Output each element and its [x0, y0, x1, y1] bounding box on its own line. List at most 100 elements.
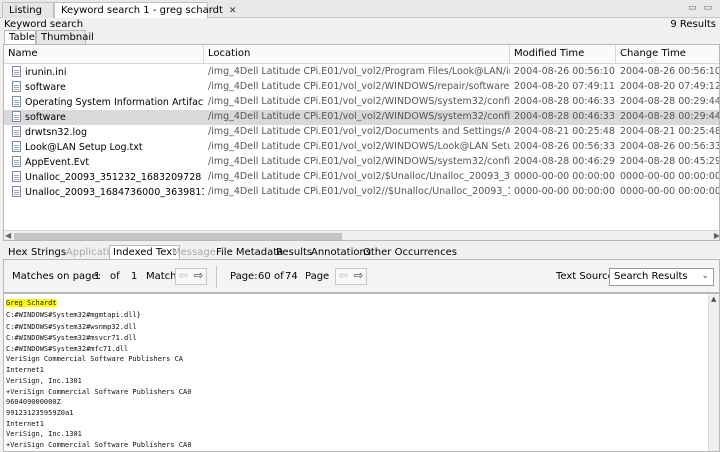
cell-change-time: 0000-00-00 00:00:00 [620, 186, 720, 197]
text-source-select[interactable]: Search Results ⌄ [609, 268, 714, 286]
table-row[interactable]: software /img_4Dell Latitude CPi.E01/vol… [4, 80, 720, 95]
column-header-modified-time[interactable]: Modified Time [510, 45, 616, 64]
horizontal-scrollbar-thumb[interactable] [14, 233, 342, 240]
table-row[interactable]: Unalloc_20093_351232_1683209728 /img_4De… [4, 170, 719, 185]
file-icon [12, 171, 21, 182]
keyword-search-label: Keyword search [4, 19, 84, 30]
text-line: C:#WINDOWS#System32#msvcr71.dll [6, 334, 137, 342]
table-row[interactable]: drwtsn32.log /img_4Dell Latitude CPi.E01… [4, 125, 720, 140]
window-controls-icon[interactable]: ▭ ▭ [688, 3, 714, 13]
row-name: software [25, 112, 66, 123]
row-name: Unalloc_20093_351232_1683209728 [25, 172, 202, 183]
text-line: C:#WINDOWS#System32#mfc71.dll [6, 345, 129, 353]
table-row-selected[interactable]: software /img_4Dell Latitude CPi.E01/vol… [4, 110, 719, 125]
results-count: 9 Results [670, 19, 716, 30]
next-match-icon[interactable]: ⇨ [191, 269, 206, 284]
table-row[interactable]: irunin.ini /img_4Dell Latitude CPi.E01/v… [4, 65, 720, 80]
indexed-text-content[interactable]: Greg Schardt C:#WINDOWS#System32#mgmtapi… [3, 293, 720, 452]
cell-name: software [8, 80, 204, 95]
text-source-label: Text Source: [556, 271, 618, 282]
text-line: VeriSign Commercial Software Publishers … [6, 355, 184, 363]
cell-name: software [8, 110, 204, 125]
cell-location: /img_4Dell Latitude CPi.E01/vol_vol2/WIN… [208, 81, 510, 92]
file-icon [12, 111, 21, 122]
text-line: Internet1 [6, 420, 44, 428]
page-label: Page: [230, 271, 258, 282]
cell-name: Unalloc_20093_351232_1683209728 [8, 170, 204, 185]
cell-modified-time: 2004-08-26 00:56:10 KST [514, 66, 616, 77]
cell-name: Unalloc_20093_1684736000_3639811072 [8, 185, 204, 200]
matches-on-page-label: Matches on page: [12, 271, 102, 282]
cell-name: irunin.ini [8, 65, 204, 80]
cell-modified-time: 0000-00-00 00:00:00 [514, 186, 615, 197]
cell-modified-time: 2004-08-28 00:46:33 KST [514, 111, 616, 122]
scroll-up-icon[interactable]: ▲ [711, 295, 716, 303]
tab-other-occurrences[interactable]: Other Occurrences [359, 245, 461, 259]
cell-name: Operating System Information Artifact [8, 95, 204, 110]
row-name: Unalloc_20093_1684736000_3639811072 [25, 187, 204, 198]
cell-change-time: 2004-08-28 00:45:29 KST [620, 156, 720, 167]
table-row[interactable]: Look@LAN Setup Log.txt /img_4Dell Latitu… [4, 140, 719, 155]
cell-location: /img_4Dell Latitude CPi.E01/vol_vol2/$Un… [208, 171, 510, 182]
scroll-right-icon[interactable]: ▶ [714, 231, 719, 240]
match-current: 1 [94, 271, 101, 282]
table-row[interactable]: AppEvent.Evt /img_4Dell Latitude CPi.E01… [4, 155, 720, 170]
cell-change-time: 2004-08-28 00:29:44 KST [620, 96, 720, 107]
tab-keyword-search-label: Keyword search 1 - greg schardt [61, 5, 223, 16]
row-name: Look@LAN Setup Log.txt [25, 142, 143, 153]
column-header-name[interactable]: Name [4, 45, 204, 64]
file-icon [12, 126, 21, 137]
cell-modified-time: 2004-08-28 00:46:29 KST [514, 156, 616, 167]
text-line: C:#WINDOWS#System32#wsnmp32.dll [6, 323, 137, 331]
text-line: Internet1 [6, 366, 44, 374]
toolbar-separator [216, 266, 217, 288]
table-row[interactable]: Operating System Information Artifact /i… [4, 95, 720, 110]
file-icon [12, 156, 21, 167]
page-current: 60 [258, 271, 271, 282]
file-icon [12, 81, 21, 92]
match-nav-buttons: ⇦ ⇨ [175, 268, 207, 285]
previous-page-icon[interactable]: ⇦ [336, 269, 351, 284]
table-row[interactable]: Unalloc_20093_1684736000_3639811072 /img… [4, 185, 720, 200]
close-icon[interactable]: ✕ [229, 6, 237, 16]
tab-keyword-search[interactable]: Keyword search 1 - greg schardt ✕ [54, 2, 236, 18]
scroll-left-icon[interactable]: ◀ [5, 231, 11, 240]
tab-table[interactable]: Table [4, 30, 36, 44]
next-page-icon[interactable]: ⇨ [351, 269, 366, 284]
cell-modified-time: 0000-00-00 00:00:00 [514, 171, 615, 182]
text-line: C:#WINDOWS#System32#mgmtapi.dll} [6, 311, 141, 319]
text-line: VeriSign, Inc.1301 [6, 377, 82, 385]
table-header: Name Location Modified Time Change Time [4, 45, 719, 64]
column-header-change-time[interactable]: Change Time [616, 45, 719, 64]
previous-match-icon[interactable]: ⇦ [176, 269, 191, 284]
cell-change-time: 2004-08-26 00:56:10 KST [620, 66, 720, 77]
text-line: +VeriSign Commercial Software Publishers… [6, 388, 192, 396]
match-label: Match [146, 271, 177, 282]
text-line: 991231235959Z0a1 [6, 409, 74, 417]
file-icon [12, 66, 21, 77]
row-name: drwtsn32.log [25, 127, 87, 138]
text-line: 960409000000Z [6, 398, 61, 406]
row-name: AppEvent.Evt [25, 157, 90, 168]
cell-location: /img_4Dell Latitude CPi.E01/vol_vol2/Doc… [208, 126, 510, 137]
cell-change-time: 2004-08-20 07:49:12 KST [620, 81, 720, 92]
text-line: Greg Schardt [6, 299, 57, 307]
cell-name: drwtsn32.log [8, 125, 204, 140]
highlighted-match: Greg Schardt [6, 299, 57, 307]
cell-modified-time: 2004-08-21 00:25:48 KST [514, 126, 616, 137]
horizontal-scrollbar[interactable]: ◀ ▶ [4, 230, 719, 240]
column-header-location[interactable]: Location [204, 45, 510, 64]
cell-change-time: 2004-08-21 00:25:48 KST [620, 126, 720, 137]
cell-location: /img_4Dell Latitude CPi.E01/vol_vol2/Pro… [208, 66, 510, 77]
row-name: Operating System Information Artifact [25, 97, 204, 108]
tab-thumbnail[interactable]: Thumbnail [36, 30, 94, 44]
cell-modified-time: 2004-08-28 00:46:33 KST [514, 96, 616, 107]
row-name: irunin.ini [25, 67, 67, 78]
tab-listing[interactable]: Listing [2, 2, 54, 18]
tab-thumbnail-label: Thumbnail [41, 32, 94, 43]
vertical-scrollbar[interactable]: ▲ [708, 294, 719, 451]
page-of-label: of [274, 271, 284, 282]
chevron-down-icon: ⌄ [701, 271, 709, 281]
page-total: 74 [285, 271, 298, 282]
file-icon [12, 96, 21, 107]
